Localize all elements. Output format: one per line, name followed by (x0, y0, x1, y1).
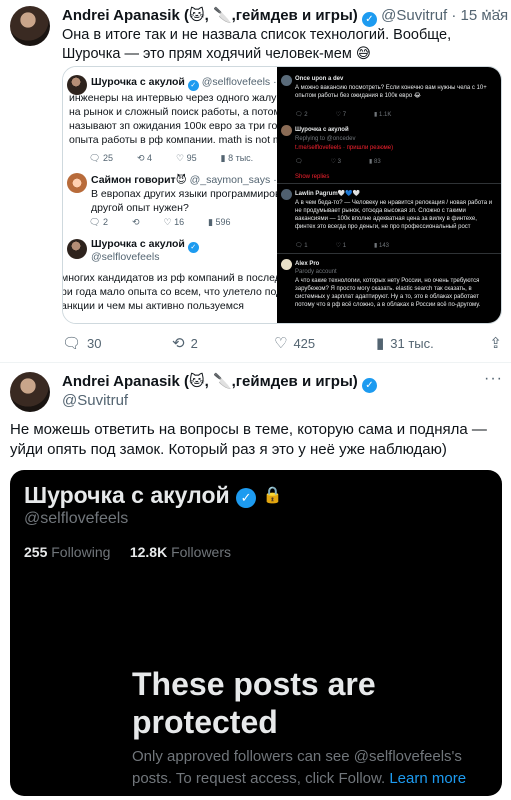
post-author: Саймон говорит😈 (91, 174, 187, 186)
post-handle: @selflovefeels (91, 251, 160, 263)
post-author: Шурочка с акулой (91, 76, 185, 88)
avatar (281, 125, 292, 136)
author-name[interactable]: Andrei Apanasik (🐱, 🔪,геймдев и игры) (62, 7, 358, 24)
retweet-count: 2 (190, 335, 198, 351)
more-options-icon[interactable]: ··· (484, 370, 503, 388)
post-line: другой опыт нужен? (91, 202, 189, 214)
post-author: Once upon a dev (295, 76, 344, 82)
post-line: В европах других языки программирования … (91, 188, 277, 200)
protected-subtitle: Only approved followers can see @selflov… (132, 748, 467, 787)
post-line: называют зп ожидания 100к евро за три го… (69, 120, 277, 132)
verified-badge-icon: ✓ (187, 80, 199, 91)
post-author: Alex Pro (295, 261, 320, 267)
tweet-media[interactable]: Шурочка с акулой ✓ 🔒 @selflovefeels 255 … (10, 470, 502, 796)
profile-stats: 255 Following 12.8K Followers (24, 544, 231, 560)
followers-label: Followers (171, 544, 231, 560)
post-line: инженеры на интервью через одного жалуют… (69, 92, 277, 104)
tweet-text: Не можешь ответить на вопросы в теме, ко… (10, 421, 487, 458)
heart-icon: ♡ (274, 335, 288, 352)
post-text: А в чем беда-то? — Человеку не нравится … (295, 200, 493, 230)
screenshot-light: Шурочка с акулой ✓ @selflovefeels · 3 ч … (63, 67, 277, 323)
following-label: Following (51, 544, 111, 560)
post-line: ри года мало опыта со всем, что улетело … (63, 286, 277, 298)
following-count: 255 (24, 544, 48, 560)
views-button[interactable]: ▮ 31 тыс. (376, 334, 466, 352)
post-handle: @selflovefeels · 3 ч (201, 76, 277, 88)
like-button[interactable]: ♡ 425 (274, 334, 376, 352)
avatar (281, 189, 292, 200)
followers-count: 12.8K (129, 544, 168, 560)
post-author: Шурочка с акулой (91, 238, 185, 250)
parody-label: Parody account (295, 269, 337, 275)
views-chart-icon: ▮ (376, 335, 385, 352)
avatar[interactable] (10, 372, 50, 412)
post-line: многих кандидатов из рф компаний в после… (63, 272, 277, 284)
post-handle: @_saymon_says · 3 ч (189, 174, 277, 186)
post-stats: 🗨 2 ♡ 7 ▮ 1.1K (295, 112, 392, 118)
retweet-button[interactable]: ⟲ 2 (172, 334, 274, 352)
profile-handle: @selflovefeels (24, 510, 129, 527)
retweet-icon: ⟲ (172, 335, 185, 352)
post-line: на рынок и сложный поиск работы, а потом (69, 106, 277, 118)
avatar (67, 239, 87, 259)
divider (277, 183, 501, 184)
view-count: 31 тыс. (390, 335, 434, 351)
reply-icon: 🗨 (62, 335, 82, 352)
lock-icon: 🔒 (262, 487, 283, 504)
post-text: А что какие технологии, которых нету Рос… (295, 278, 481, 308)
reply-to: Replying to @oncedev (295, 136, 356, 142)
protected-title: These posts are protected (132, 666, 376, 740)
avatar (67, 173, 87, 193)
tweet-actions: 🗨 30 ⟲ 2 ♡ 425 ▮ 31 тыс. ⇪ (62, 334, 502, 352)
post-stats: 🗨 ♡ 3 ▮ 83 (295, 159, 381, 165)
tweet-header: Andrei Apanasik (🐱, 🔪,геймдев и игры) ✓ (62, 372, 377, 393)
screenshot-dark: Once upon a dev А можно вакансию посмотр… (277, 67, 501, 323)
post-stats: 🗨 25 ⟲ 4 ♡ 95 ▮ 8 тыс. (89, 153, 254, 163)
reply-button[interactable]: 🗨 30 (62, 334, 172, 352)
author-handle[interactable]: @Suvitruf (381, 7, 447, 24)
verified-badge-icon: ✓ (187, 242, 199, 253)
verified-badge-icon: ✓ (361, 12, 377, 27)
post-line: анкции и чем мы активно пользуемся (63, 300, 244, 312)
tweet-media[interactable]: Шурочка с акулой ✓ @selflovefeels · 3 ч … (62, 66, 502, 324)
author-handle[interactable]: @Suvitruf (62, 392, 128, 409)
avatar (281, 259, 292, 270)
show-replies-link: Show replies (295, 174, 330, 180)
post-text: t.me/selflovefeels · пришли резюме) (295, 145, 394, 151)
reply-count: 30 (87, 335, 102, 351)
tweet-text: Она в итоге так и не назвала список техн… (62, 27, 452, 62)
more-options-icon[interactable]: ··· (484, 2, 503, 20)
learn-more-link: Learn more (389, 770, 467, 787)
post-author: Lawlin Pagrum🤍💙🤍 (295, 191, 361, 197)
author-name[interactable]: Andrei Apanasik (🐱, 🔪,геймдев и игры) (62, 373, 358, 390)
share-icon: ⇪ (489, 335, 502, 352)
profile-name: Шурочка с акулой ✓ 🔒 (24, 482, 283, 508)
post-stats: 🗨 1 ♡ 1 ▮ 143 (295, 243, 390, 249)
share-button[interactable]: ⇪ (489, 334, 502, 352)
avatar[interactable] (10, 6, 50, 46)
verified-badge-icon: ✓ (361, 378, 377, 393)
post-author: Шурочка с акулой (295, 127, 349, 133)
divider (277, 253, 501, 254)
avatar (281, 75, 292, 86)
post-stats: 🗨 2 ⟲ ♡ 16 ▮ 596 (89, 217, 231, 227)
tweet-divider (0, 362, 511, 363)
tweet-header: Andrei Apanasik (🐱, 🔪,геймдев и игры) ✓ … (62, 6, 508, 27)
post-text: А можно вакансию посмотреть? Если конечн… (295, 85, 487, 99)
verified-badge-icon: ✓ (236, 488, 257, 508)
post-line: опыта работы в рф компании. math is not … (69, 134, 277, 146)
like-count: 425 (293, 335, 316, 351)
